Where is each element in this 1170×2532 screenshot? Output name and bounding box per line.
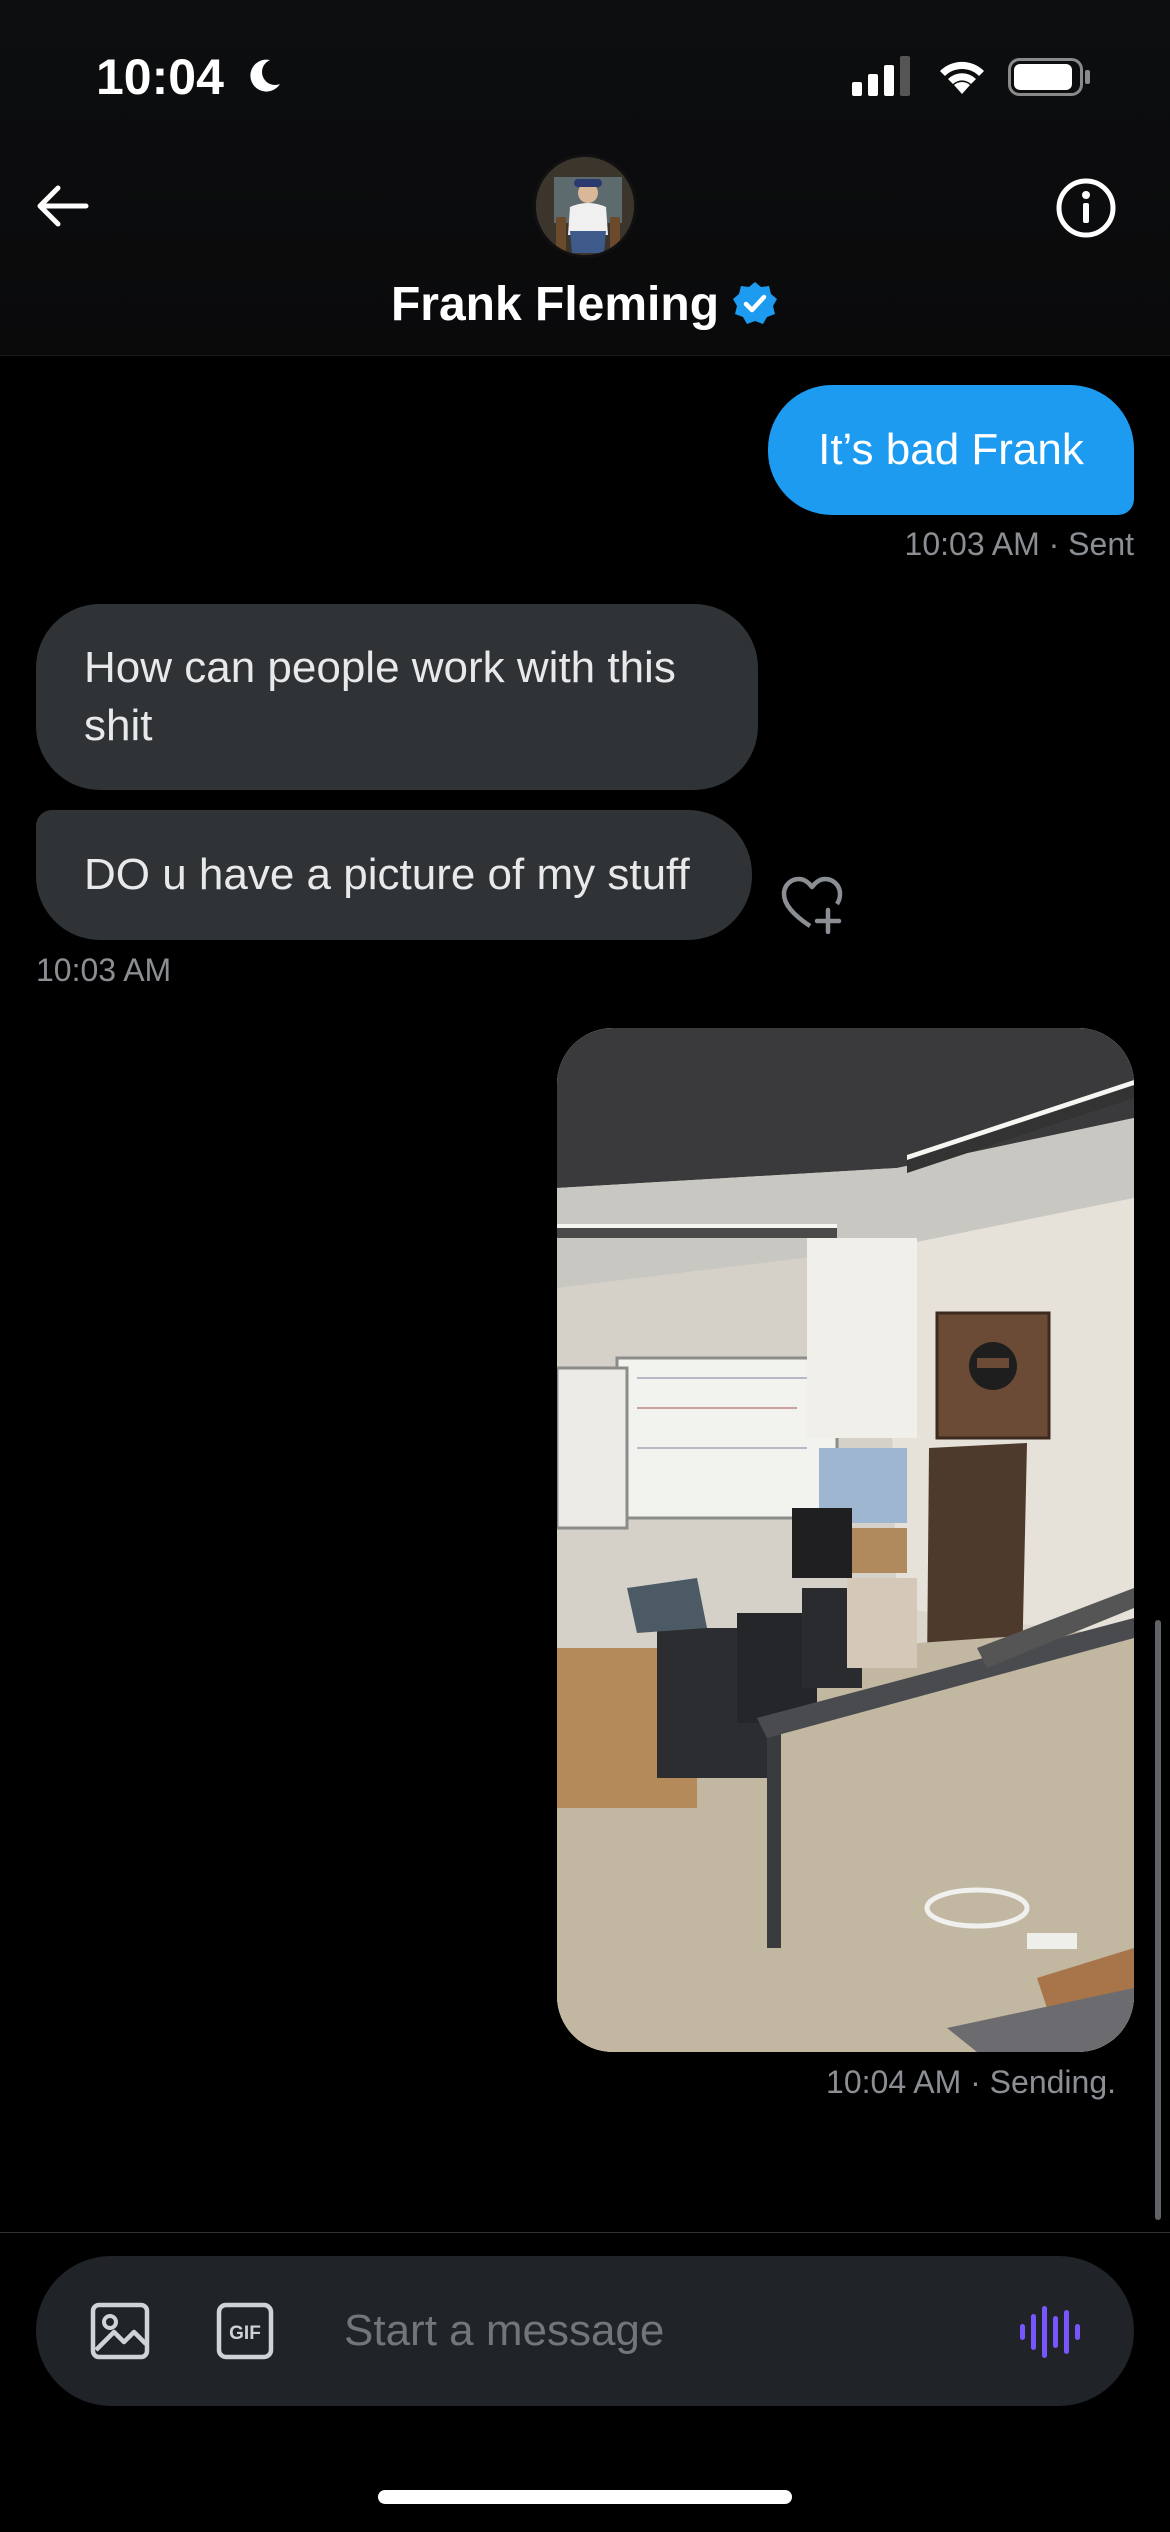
message-bubble-received[interactable]: How can people work with this shit: [36, 604, 758, 790]
dm-conversation-screen: 10:04 Frank Fleming It’s bad Frank 10:03…: [0, 0, 1170, 2532]
message-meta: 10:03 AM: [36, 952, 172, 988]
gif-label: GIF: [229, 2323, 261, 2344]
contact-avatar[interactable]: [533, 154, 637, 258]
message-composer: GIF: [36, 2256, 1134, 2406]
message-meta: 10:04 AM · Sending.: [826, 2064, 1116, 2100]
message-text: It’s bad Frank: [818, 425, 1084, 474]
moon-icon: [250, 59, 280, 92]
avatar-photo: [536, 157, 634, 255]
message-text: DO u have a picture of my stuff: [84, 850, 690, 899]
wifi-icon: [940, 61, 984, 94]
message-photo[interactable]: [557, 1028, 1134, 2052]
composer-divider: [0, 2232, 1170, 2233]
conversation-header: 10:04 Frank Fleming: [0, 0, 1170, 356]
status-time: 10:04: [96, 49, 224, 105]
image-icon[interactable]: [90, 2302, 150, 2360]
verified-badge-icon: [733, 282, 778, 324]
message-bubble-sent[interactable]: It’s bad Frank: [768, 385, 1134, 515]
message-input[interactable]: [344, 2296, 964, 2366]
cellular-signal-icon: [852, 56, 910, 96]
message-text: How can people work with this shit: [84, 643, 676, 750]
battery-icon: [1008, 58, 1090, 96]
voice-message-icon[interactable]: [1018, 2304, 1082, 2360]
contact-name: Frank Fleming: [390, 277, 720, 331]
add-reaction-heart-icon[interactable]: [780, 874, 844, 934]
message-bubble-received[interactable]: DO u have a picture of my stuff: [36, 810, 752, 940]
back-arrow-icon[interactable]: [30, 176, 94, 236]
home-indicator[interactable]: [378, 2490, 792, 2504]
contact-title: Frank Fleming: [0, 272, 1170, 336]
gif-icon[interactable]: GIF: [216, 2302, 274, 2360]
scrollbar[interactable]: [1155, 1620, 1161, 2220]
message-meta: 10:03 AM · Sent: [904, 526, 1134, 562]
info-icon[interactable]: [1054, 176, 1118, 240]
office-room-image: [557, 1028, 1134, 2052]
